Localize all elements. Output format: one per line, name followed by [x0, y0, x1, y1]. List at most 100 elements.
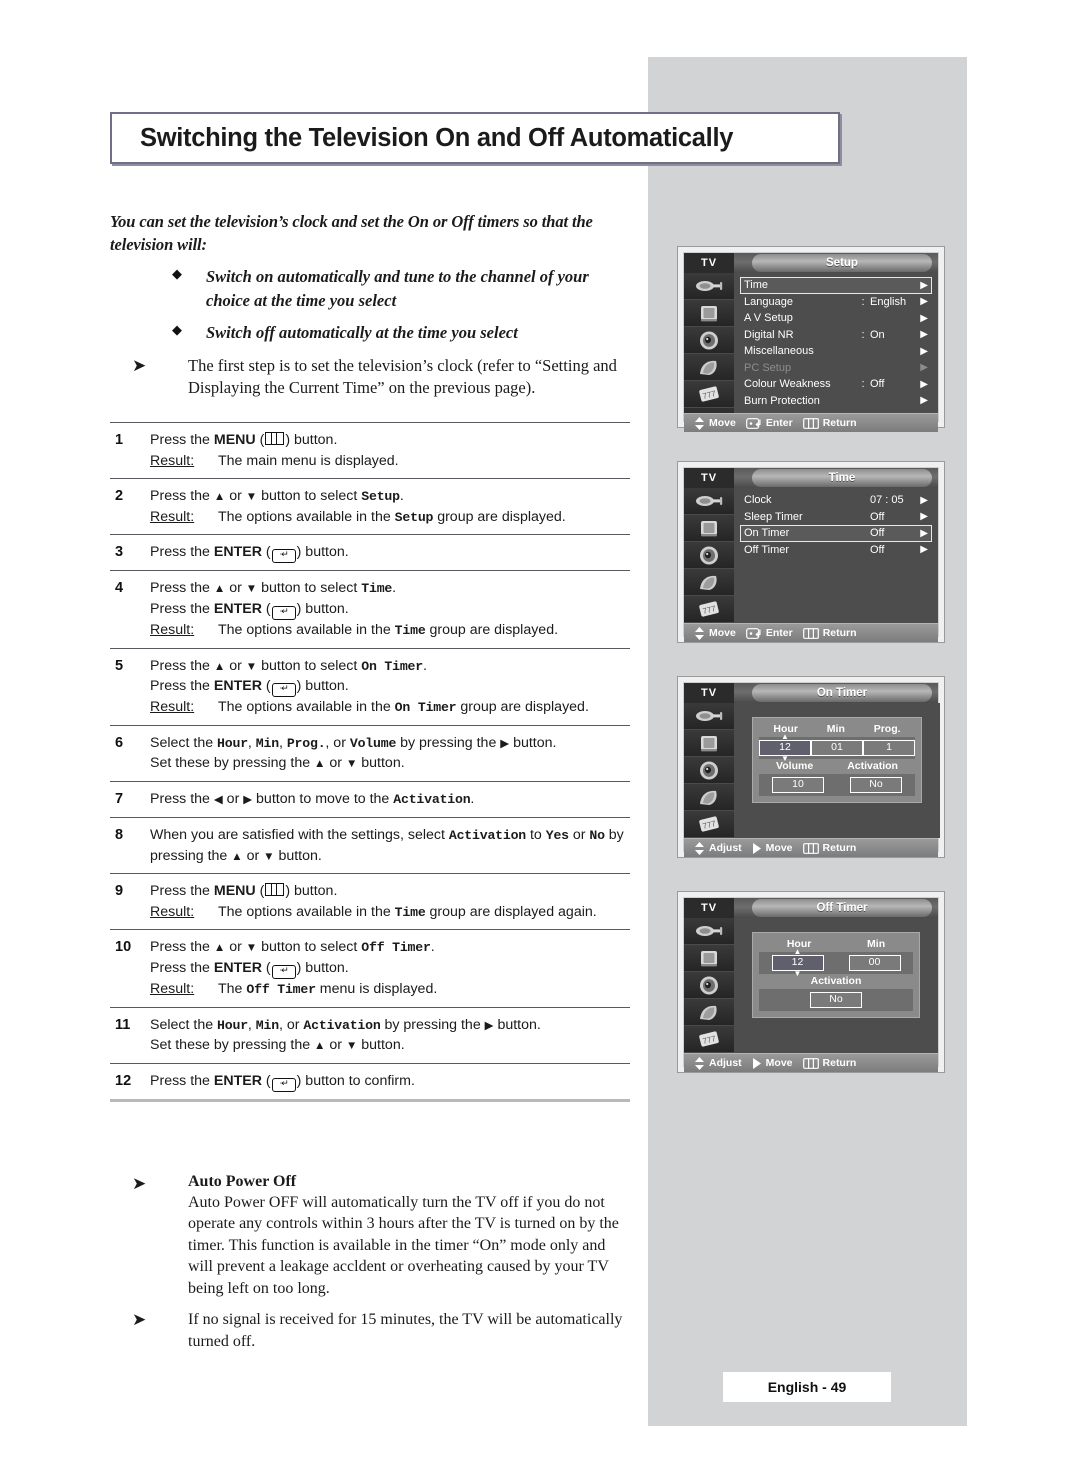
osd-option-row[interactable]: Time ▶	[740, 277, 932, 294]
ui-term: Yes	[545, 827, 569, 843]
feature-cone-icon[interactable]	[684, 999, 734, 1026]
osd-footer-item[interactable]: Adjust	[684, 841, 742, 855]
setup-cards-icon[interactable]: 777	[684, 596, 734, 623]
antenna-plug-icon[interactable]	[684, 918, 734, 945]
osd-field-label: Activation	[810, 975, 862, 987]
feature-cone-icon[interactable]	[684, 569, 734, 596]
intro-note-text: The first step is to set the television’…	[188, 355, 617, 397]
osd-field-cell[interactable]: No	[850, 777, 902, 793]
antenna-plug-icon[interactable]	[684, 273, 734, 300]
chevron-right-icon: ▶	[920, 312, 928, 324]
osd-option-row[interactable]: Digital NR: On ▶	[740, 327, 932, 344]
osd-footer-item[interactable]: Move	[684, 416, 736, 430]
spinner-up-icon[interactable]: ▲	[781, 733, 789, 741]
diamond-bullet-icon: ◆	[172, 265, 182, 281]
osd-option-row[interactable]: Language: English ▶	[740, 294, 932, 311]
osd-menu-on-timer[interactable]: TV On Timer 777 Hour Min Prog. ▲ ▼ 12 01 1 Volume Ac…	[677, 676, 945, 858]
antenna-plug-icon[interactable]	[684, 703, 734, 730]
osd-footer-item[interactable]: Adjust	[684, 1056, 742, 1070]
intro-bullet-text: Switch off automatically at the time you…	[206, 322, 518, 342]
osd-menu-setup[interactable]: TV Setup 777 Time ▶ Language: English ▶ A V Setu…	[677, 246, 945, 432]
osd-option-row[interactable]: On Timer Off ▶	[740, 525, 932, 542]
spinner-down-icon[interactable]: ▼	[781, 755, 789, 763]
speaker-icon[interactable]	[684, 972, 734, 999]
intro-bullet: ◆ Switch off automatically at the time y…	[110, 321, 630, 345]
osd-footer-item[interactable]: Return	[793, 842, 856, 854]
osd-field-value[interactable]: 01	[811, 740, 863, 756]
osd-field-value[interactable]: 00	[848, 955, 901, 971]
osd-footer-bar: Move Enter Return	[684, 413, 938, 432]
step-body: Press the ▲ or ▼ button to select On Tim…	[150, 656, 630, 718]
tv-set-icon[interactable]	[684, 730, 734, 757]
speaker-icon[interactable]	[684, 327, 734, 354]
osd-footer-item[interactable]: Return	[793, 1057, 856, 1069]
osd-option-row[interactable]: A V Setup ▶	[740, 310, 932, 327]
osd-field-value[interactable]: 1	[863, 740, 915, 756]
feature-cone-icon[interactable]	[684, 784, 734, 811]
speaker-icon[interactable]	[684, 542, 734, 569]
section-divider	[110, 1098, 630, 1102]
osd-field-cell[interactable]: 01	[811, 740, 863, 756]
step-instruction: When you are satisfied with the settings…	[150, 826, 624, 864]
antenna-plug-icon[interactable]	[684, 488, 734, 515]
setup-cards-icon[interactable]: 777	[684, 811, 734, 838]
ui-term: Min	[255, 1017, 279, 1033]
osd-field-cell[interactable]: ▲ ▼ 12	[771, 948, 824, 978]
osd-titlebar: TV Off Timer	[684, 898, 938, 918]
spinner-down-icon[interactable]: ▼	[794, 970, 802, 978]
osd-option-row[interactable]: Burn Protection ▶	[740, 393, 932, 410]
osd-field-value[interactable]: No	[850, 777, 902, 793]
enter-key-icon: ⋅↵	[271, 964, 296, 979]
step-instruction: Select the Hour, Min, Prog., or Volume b…	[150, 734, 557, 751]
setup-cards-icon[interactable]: 777	[684, 381, 734, 408]
step-number: 1	[115, 432, 124, 448]
osd-menu-time[interactable]: TV Time 777 Clock 07 : 05 ▶ Sleep Timer Off ▶ On …	[677, 461, 945, 643]
osd-option-label: PC Setup	[744, 361, 792, 374]
chevron-right-icon: ▶	[920, 494, 928, 506]
osd-field-cell[interactable]: 00	[848, 955, 901, 971]
page-title-box: Switching the Television On and Off Auto…	[110, 112, 840, 164]
osd-field-cell[interactable]: ▲ ▼ 12	[759, 733, 811, 763]
osd-option-row[interactable]: Sleep Timer Off ▶	[740, 509, 932, 526]
osd-option-label: Burn Protection	[744, 394, 820, 407]
osd-field-cell[interactable]: 10	[772, 777, 824, 793]
osd-footer-item[interactable]: Enter	[736, 417, 793, 429]
osd-footer-item[interactable]: Move	[684, 626, 736, 640]
osd-option-row[interactable]: Colour Weakness: Off ▶	[740, 376, 932, 393]
tv-set-icon[interactable]	[684, 515, 734, 542]
setup-cards-icon[interactable]: 777	[684, 1026, 734, 1053]
osd-frame: TV On Timer 777 Hour Min Prog. ▲ ▼ 12 01 1 Volume Ac…	[683, 682, 940, 857]
tv-set-icon[interactable]	[684, 945, 734, 972]
osd-footer-item[interactable]: Move	[742, 1057, 793, 1069]
osd-field-cell[interactable]: No	[810, 992, 862, 1008]
osd-field-value[interactable]: No	[810, 992, 862, 1008]
osd-footer-item[interactable]: Move	[742, 842, 793, 854]
osd-option-row[interactable]: Clock 07 : 05 ▶	[740, 492, 932, 509]
feature-cone-icon[interactable]	[684, 354, 734, 381]
step-number: 6	[115, 734, 124, 751]
osd-footer-item[interactable]: Enter	[736, 627, 793, 639]
osd-menu-off-timer[interactable]: TV Off Timer 777 Hour Min ▲ ▼ 12 00 Activation No A…	[677, 891, 945, 1073]
page-footer-tab: English - 49	[723, 1372, 891, 1402]
osd-frame: TV Time 777 Clock 07 : 05 ▶ Sleep Timer Off ▶ On …	[683, 467, 939, 642]
step-number: 9	[115, 883, 124, 900]
step-number: 10	[115, 939, 132, 956]
speaker-icon[interactable]	[684, 757, 734, 784]
osd-option-row[interactable]: PC Setup ▶	[740, 360, 932, 377]
osd-field-cell[interactable]: 1	[863, 740, 915, 756]
down-arrow-icon: ▼	[245, 660, 258, 673]
osd-field-value[interactable]: 10	[772, 777, 824, 793]
note-row: ➤ If no signal is received for 15 minutes…	[110, 1309, 630, 1352]
tv-set-icon[interactable]	[684, 300, 734, 327]
spinner-up-icon[interactable]: ▲	[794, 948, 802, 956]
step-instruction: Press the ▲ or ▼ button to select Off Ti…	[150, 939, 435, 956]
down-arrow-icon: ▼	[345, 1040, 358, 1053]
osd-option-row[interactable]: Miscellaneous ▶	[740, 343, 932, 360]
osd-footer-item[interactable]: Return	[793, 417, 857, 429]
osd-title-strip: On Timer	[734, 683, 938, 703]
osd-frame: TV Setup 777 Time ▶ Language: English ▶ A V Setu…	[683, 252, 939, 432]
osd-footer-item[interactable]: Return	[793, 627, 857, 639]
osd-option-label: Miscellaneous	[744, 345, 814, 358]
osd-option-row[interactable]: Off Timer Off ▶	[740, 542, 932, 559]
menu-key-icon	[802, 627, 819, 639]
